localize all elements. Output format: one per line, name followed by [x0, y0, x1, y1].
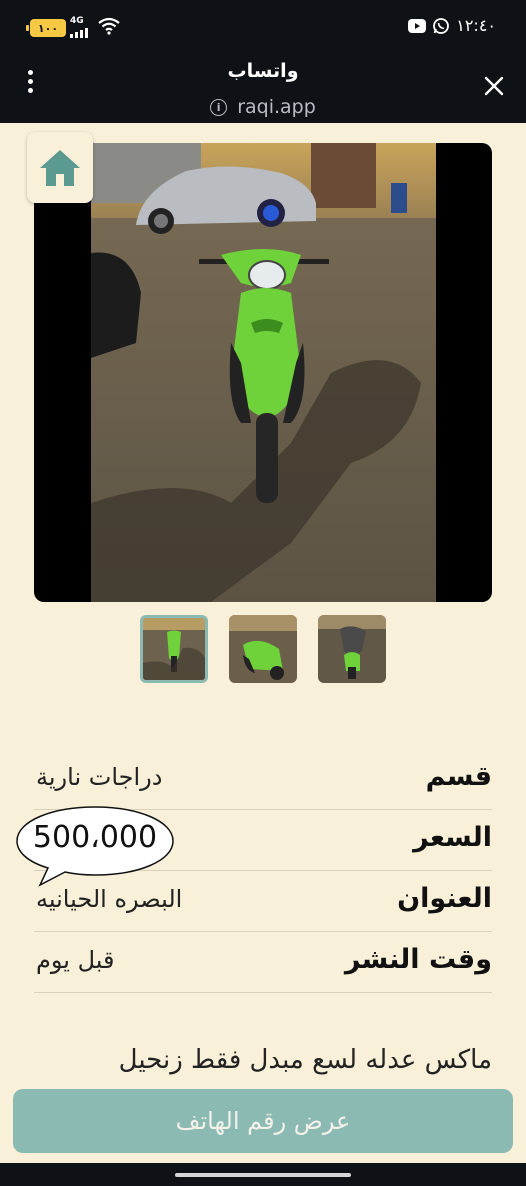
detail-label: السعر — [413, 822, 492, 853]
thumbnail-2[interactable] — [229, 615, 297, 683]
home-icon — [40, 149, 80, 186]
detail-label: وقت النشر — [344, 944, 492, 975]
close-icon[interactable] — [482, 74, 506, 98]
scooter-photo — [91, 143, 436, 602]
navigation-bar — [0, 1163, 526, 1186]
browser-header: واتساب i raqi.app — [0, 56, 526, 123]
detail-row-posted-time: وقت النشر قبل يوم — [34, 932, 492, 993]
listing-description: ماكس عدله لسع مبدل فقط زنحيل — [118, 1045, 492, 1075]
thumbnail-strip — [140, 615, 386, 683]
main-listing-image[interactable] — [34, 143, 492, 602]
thumbnail-1[interactable] — [140, 615, 208, 683]
detail-value: دراجات نارية — [36, 763, 163, 791]
wifi-icon — [98, 17, 120, 35]
clock: ١٢:٤٠ — [456, 16, 496, 35]
detail-value: البصره الحيانيه — [36, 885, 183, 913]
url-bar[interactable]: i raqi.app — [0, 96, 526, 118]
url-text: raqi.app — [237, 96, 316, 118]
detail-row-category: قسم دراجات نارية — [34, 749, 492, 810]
home-button[interactable] — [27, 132, 93, 203]
status-bar: ١٠٠ 4G ١٢:٤٠ — [0, 0, 526, 56]
battery-indicator: ١٠٠ — [26, 19, 66, 37]
youtube-icon — [408, 18, 427, 33]
price-value: 500،000 — [32, 820, 158, 855]
thumbnail-3[interactable] — [318, 615, 386, 683]
whatsapp-icon — [433, 17, 450, 34]
detail-value: قبل يوم — [36, 946, 115, 974]
show-phone-button[interactable]: عرض رقم الهاتف — [13, 1089, 513, 1153]
info-icon[interactable]: i — [210, 98, 228, 116]
gesture-handle[interactable] — [175, 1173, 351, 1177]
detail-label: قسم — [425, 761, 492, 792]
network-type: 4G — [70, 16, 84, 26]
detail-label: العنوان — [397, 883, 492, 914]
page-title: واتساب — [227, 60, 299, 82]
